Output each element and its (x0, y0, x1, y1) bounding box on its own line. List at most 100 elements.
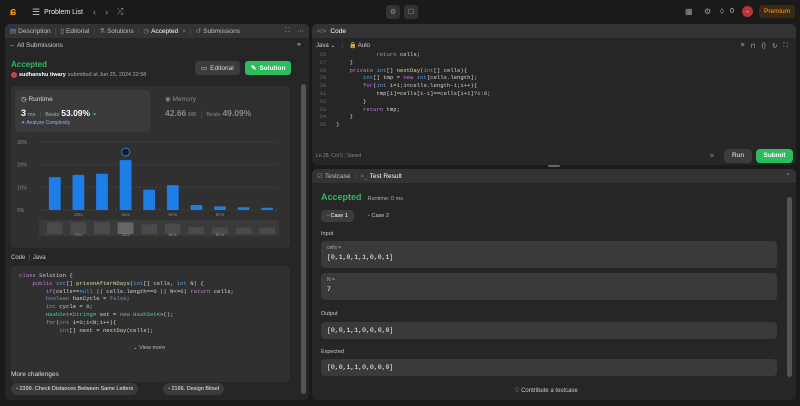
problem-list-link[interactable]: Problem List (44, 9, 83, 16)
leaf-icon: ❧ (92, 112, 98, 118)
edit-icon: ✎ (251, 65, 257, 72)
runtime-bar[interactable] (119, 160, 132, 210)
tab-editorial[interactable]: ▯ Editorial (60, 27, 89, 36)
expand-icon[interactable]: ⛶ (285, 27, 290, 35)
cursor-position: Ln 28, Col 5 (316, 153, 343, 159)
code-line: HashSet<String> set = new HashSet<>(); (19, 311, 282, 319)
x-tick-label: 6ms (169, 232, 178, 237)
runtime-beats: 53.09% (61, 108, 91, 118)
runtime-bar[interactable] (190, 205, 203, 210)
code-tab-title[interactable]: Code (330, 28, 346, 35)
code-token: cycle = (55, 303, 87, 311)
memory-card[interactable]: ◉ Memory 42.66 MB | Beats 49.09% (159, 90, 284, 132)
layout-icon[interactable]: ▦ (685, 7, 693, 16)
runtime-bar[interactable] (261, 207, 274, 210)
submission-code-block[interactable]: class Solution { public int[] prisonAfte… (11, 266, 290, 382)
runtime-bar[interactable] (143, 189, 156, 210)
code-token: ; (487, 89, 491, 97)
run-button[interactable]: Run (724, 149, 752, 163)
next-problem-icon[interactable]: › (105, 7, 108, 17)
reset-code-icon[interactable]: ✧ (709, 152, 715, 160)
result-status: Accepted (321, 192, 362, 202)
challenge-item[interactable]: • 2399. Check Distances Between Same Let… (11, 383, 139, 395)
code-token: boolean (19, 295, 70, 303)
user-position-marker (121, 147, 131, 157)
tab-solutions[interactable]: ⚗ Solutions (99, 27, 134, 36)
top-nav: ɕ ☰ Problem List ‹ › ⤮ ⚙ ☐ ▦ ⚙ ◊ 0 ● Pre… (0, 0, 800, 24)
tab-description[interactable]: ▤ Description (10, 27, 51, 36)
left-scrollbar[interactable] (301, 84, 306, 394)
code-token: new (403, 74, 417, 82)
code-token: prisonAfterNDays (76, 279, 130, 287)
contribute-testcase-link[interactable]: ♡ Contribute a testcase (514, 387, 578, 394)
line-number: 34 (316, 113, 337, 121)
code-tab-icon: </> (317, 27, 327, 35)
braces-icon[interactable]: {} (762, 42, 766, 50)
analyze-complexity-link[interactable]: Analyze Complexity (26, 120, 70, 126)
case-1-tab[interactable]: • Case 1 (321, 210, 354, 222)
avatar[interactable]: ● (742, 6, 753, 17)
code-token: int (19, 303, 56, 311)
code-token: String (72, 310, 93, 318)
username[interactable]: sudhanshu tiwary (19, 72, 66, 78)
code-token: ; (126, 295, 130, 303)
code-token: return (336, 105, 387, 113)
runtime-bar[interactable] (72, 174, 85, 210)
problem-list-icon[interactable]: ☰ (32, 7, 40, 18)
code-token: return (190, 287, 211, 295)
runtime-card[interactable]: ◷ Runtime 3 ms | Beats 53.09% ❧ ✦ Analyz… (15, 90, 150, 132)
code-token: } (336, 97, 367, 105)
leetcode-logo-icon[interactable]: ɕ (6, 5, 20, 19)
premium-button[interactable]: Premium (759, 5, 796, 18)
submit-button[interactable]: Submit (756, 149, 793, 163)
result-scrollbar[interactable] (787, 197, 792, 377)
check-square-icon: ☑ (317, 173, 323, 180)
share-icon[interactable]: ⚭ (296, 41, 302, 49)
close-icon[interactable]: × (182, 28, 186, 35)
shuffle-icon[interactable]: ⤮ (117, 7, 123, 17)
prev-problem-icon[interactable]: ‹ (93, 7, 96, 17)
solution-button[interactable]: ✎ Solution (245, 61, 292, 75)
runtime-bar[interactable] (214, 206, 226, 210)
code-token: HashSet (133, 310, 157, 318)
more-challenges-title: More challenges (11, 371, 59, 378)
code-token: int (176, 279, 187, 287)
reset-icon[interactable]: ↻ (772, 42, 777, 50)
code-token: int (19, 326, 70, 334)
code-token: if (19, 287, 53, 295)
tab-accepted[interactable]: ◷ Accepted × (143, 27, 186, 36)
runtime-bar[interactable] (166, 185, 179, 210)
bookmark-icon[interactable]: ⊓ (751, 42, 756, 50)
runtime-distribution-chart[interactable]: 30% 20% 10% 0% 2ms 2ms 4ms 4ms 6ms 6ms 8ms 8ms (11, 136, 290, 248)
fullscreen-icon[interactable]: ⛶ (783, 42, 788, 50)
notes-icon[interactable]: ☐ (404, 5, 418, 19)
debug-icon[interactable]: ⚙ (386, 5, 400, 19)
runtime-bar[interactable] (96, 173, 108, 210)
tab-testcase[interactable]: ☑ Testcase (317, 172, 350, 181)
format-icon[interactable]: ≡ (741, 42, 745, 50)
left-panel: ▤ Description | ▯ Editorial | ⚗ Solutions | ◷ A… (5, 24, 309, 400)
back-link[interactable]: ← All Submissions (9, 42, 63, 49)
code-line: boolean hasCycle = false; (19, 295, 282, 303)
language-select[interactable]: Java ⌄ (316, 42, 335, 49)
tab-submissions[interactable]: ↺ Submissions (196, 27, 240, 36)
line-number: 31 (316, 89, 337, 97)
settings-icon[interactable]: ⚙ (704, 7, 711, 16)
code-token: [] next = (69, 326, 103, 334)
auto-mode[interactable]: 🔒 Auto (349, 42, 370, 49)
panel-resize-handle[interactable] (548, 165, 560, 167)
code-token: private (336, 66, 377, 74)
tab-test-result[interactable]: >_ Test Result (360, 173, 402, 180)
runtime-bar[interactable] (237, 207, 250, 210)
stats-card: ◷ Runtime 3 ms | Beats 53.09% ❧ ✦ Analyz… (11, 86, 290, 248)
collapse-panel-icon[interactable]: ⌃ (786, 172, 791, 180)
streak-icon[interactable]: ◊ (720, 7, 724, 16)
challenge-item[interactable]: • 2166. Design Bitset (163, 383, 225, 395)
runtime-bar[interactable] (48, 177, 61, 210)
code-line: 31 tmp[i]=cells[i-1]==cells[i+1]?1:0; (316, 90, 796, 98)
case-2-tab[interactable]: • Case 2 (362, 210, 395, 222)
collapse-icon[interactable]: ⋯ (298, 27, 305, 35)
view-more-button[interactable]: ⌄ View more (133, 345, 165, 351)
code-editor[interactable]: 26 return cells; 27 } 28 private int[] n… (312, 51, 796, 147)
editorial-button[interactable]: ▭ Editorial (195, 61, 240, 75)
